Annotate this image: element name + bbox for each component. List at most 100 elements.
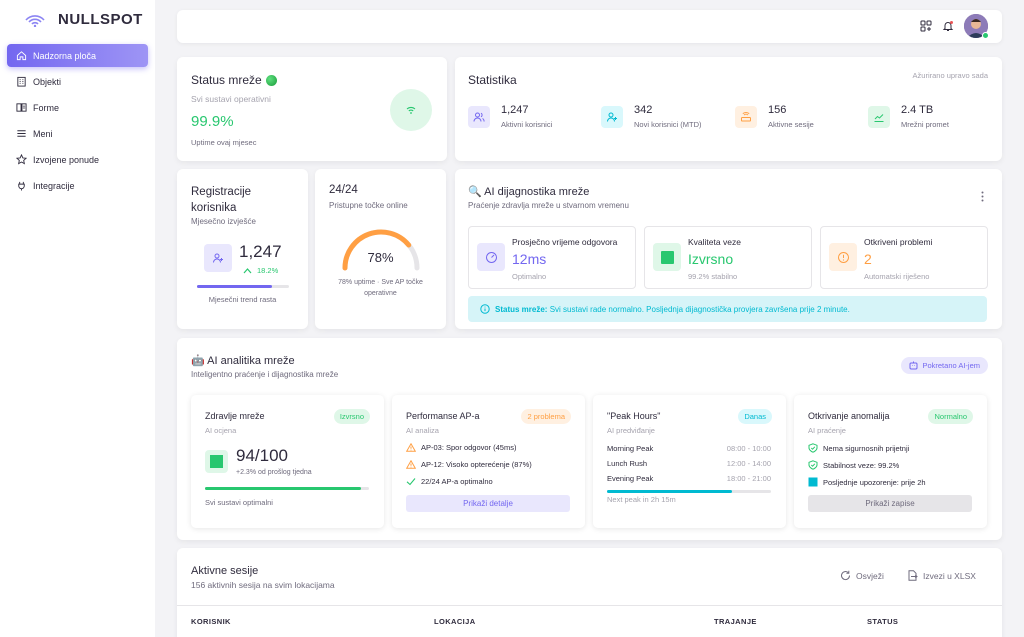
- peak-time: 12:00 - 14:00: [726, 459, 771, 468]
- ai-diagnostics-title: 🔍 AI dijagnostika mreže: [468, 186, 590, 198]
- brand-name: NULLSPOT: [58, 10, 143, 28]
- registrations-card: Registracije korisnika Mjesečno izvješće…: [177, 169, 308, 329]
- status-badge: Normalno: [928, 409, 973, 424]
- stat-new-users: 342 Novi korisnici (MTD): [601, 104, 702, 129]
- sidebar-item-label: Nadzorna ploča: [33, 50, 97, 61]
- column-header-user[interactable]: KORISNIK: [191, 617, 231, 626]
- gauge-icon: [477, 243, 505, 271]
- uptime-value: 99.9%: [191, 113, 234, 130]
- sidebar-item-offers[interactable]: Izvojene ponude: [7, 148, 148, 171]
- stat-value: 1,247: [501, 104, 529, 116]
- sessions-subtitle: 156 aktivnih sesija na svim lokacijama: [191, 580, 335, 590]
- logo[interactable]: NULLSPOT: [0, 0, 155, 38]
- mini-title: Otkrivanje anomalija: [808, 411, 890, 421]
- users-icon: [468, 105, 490, 128]
- anomaly-row: Stabilnost veze: 99.2%: [808, 460, 899, 470]
- sidebar-item-label: Forme: [33, 102, 60, 113]
- sidebar-item-menu[interactable]: Meni: [7, 122, 148, 145]
- registrations-caption: Mjesečni trend rasta: [208, 295, 277, 304]
- refresh-icon: [841, 570, 851, 581]
- powered-by-ai-badge: Pokretano AI-jem: [901, 357, 988, 374]
- ai-diagnostics-subtitle: Praćenje zdravlja mreže u stvarnom vreme…: [468, 201, 629, 210]
- sidebar-item-forms[interactable]: Forme: [7, 96, 148, 119]
- health-square-icon: [205, 450, 228, 473]
- peak-progress-fill: [607, 490, 732, 493]
- export-label: Izvezi u XLSX: [923, 570, 976, 581]
- health-footer: Svi sustavi optimalni: [205, 498, 273, 507]
- stat-label: Aktivne sesije: [768, 120, 814, 129]
- status-green-dot-icon: [265, 74, 277, 86]
- health-score: 94/100: [236, 446, 288, 465]
- table-divider: [177, 605, 1002, 606]
- ai-analytics-subtitle: Inteligentno praćenje i dijagnostika mre…: [191, 370, 339, 379]
- sidebar-item-objects[interactable]: Objekti: [7, 70, 148, 93]
- perf-row: 22/24 AP-a optimalno: [406, 477, 493, 486]
- stat-label: Novi korisnici (MTD): [634, 120, 702, 129]
- registrations-trend-bar: [197, 285, 289, 288]
- sidebar-item-integrations[interactable]: Integracije: [7, 174, 148, 197]
- info-square-icon: [808, 477, 818, 487]
- access-points-caption-line2: operativne: [364, 290, 397, 297]
- bell-icon[interactable]: [942, 20, 954, 32]
- mini-title: Zdravlje mreže: [205, 411, 265, 421]
- statistics-updated: Ažurirano upravo sada: [912, 71, 988, 80]
- status-badge: Danas: [738, 409, 772, 424]
- perf-row: AP-03: Spor odgovor (45ms): [406, 443, 516, 452]
- peak-hours-card: "Peak Hours" AI predviđanje Danas Mornin…: [593, 395, 786, 528]
- apps-add-icon[interactable]: [920, 20, 932, 32]
- topbar: [177, 10, 1002, 43]
- column-header-duration[interactable]: TRAJANJE: [714, 617, 757, 626]
- show-logs-button[interactable]: Prikaži zapise: [808, 495, 972, 512]
- forms-icon: [16, 103, 27, 112]
- shield-check-icon: [808, 443, 818, 453]
- diag-value: Izvrsno: [688, 251, 734, 267]
- anomaly-row: Nema sigurnosnih prijetnji: [808, 443, 909, 453]
- network-status-card: Status mreže Svi sustavi operativni 99.9…: [177, 57, 447, 161]
- chevron-up-icon: [243, 268, 252, 274]
- access-points-card: 24/24 Pristupne točke online 78% 78% upt…: [315, 169, 446, 329]
- user-plus-icon: [204, 244, 232, 272]
- uptime-caption: Uptime ovaj mjesec: [191, 138, 257, 147]
- sidebar-item-dashboard[interactable]: Nadzorna ploča: [7, 44, 148, 67]
- ai-analytics-title: 🤖 AI analitika mreže: [191, 355, 295, 367]
- diag-title: Otkriveni problemi: [864, 237, 933, 247]
- warning-icon: [406, 443, 416, 452]
- shield-check-icon: [808, 460, 818, 470]
- anomaly-row-text: Posljednje upozorenje: prije 2h: [823, 477, 926, 487]
- menu-icon: [17, 130, 26, 137]
- network-status-title: Status mreže: [191, 73, 262, 87]
- export-xlsx-button[interactable]: Izvezi u XLSX: [907, 570, 976, 581]
- diag-sub: 99.2% stabilno: [688, 272, 738, 281]
- show-details-button[interactable]: Prikaži detalje: [406, 495, 570, 512]
- peak-time: 18:00 - 21:00: [726, 474, 771, 483]
- stat-label: Mrežni promet: [901, 120, 949, 129]
- alert-circle-icon: [829, 243, 857, 271]
- diag-sub: Optimalno: [512, 272, 547, 281]
- home-icon: [16, 51, 27, 61]
- peak-name: Evening Peak: [607, 474, 654, 483]
- sidebar-item-label: Meni: [33, 128, 53, 139]
- ap-performance-card: Performanse AP-a AI analiza 2 problema A…: [392, 395, 585, 528]
- building-icon: [17, 76, 26, 87]
- access-points-caption-line1: 78% uptime · Sve AP točke: [338, 279, 423, 286]
- column-header-location[interactable]: LOKACIJA: [434, 617, 476, 626]
- diag-title: Prosječno vrijeme odgovora: [512, 237, 618, 247]
- column-header-status[interactable]: STATUS: [867, 617, 898, 626]
- stat-active-users: 1,247 Aktivni korisnici: [468, 104, 552, 129]
- peak-name: Morning Peak: [607, 444, 654, 453]
- registrations-change-value: 18.2%: [257, 266, 279, 275]
- registrations-title-line2: korisnika: [191, 202, 237, 214]
- sidebar-item-label: Integracije: [33, 180, 75, 191]
- more-vertical-icon[interactable]: [981, 191, 984, 202]
- mini-sub: AI predviđanje: [607, 426, 655, 435]
- stat-value: 342: [634, 104, 653, 116]
- sessions-title: Aktivne sesije: [191, 565, 259, 577]
- health-progress-fill: [205, 487, 361, 490]
- stat-label: Aktivni korisnici: [501, 120, 553, 129]
- router-icon: [735, 105, 757, 128]
- registrations-trend-fill: [197, 285, 273, 288]
- refresh-button[interactable]: Osvježi: [840, 570, 884, 581]
- perf-row-text: AP-12: Visoko opterećenje (87%): [421, 460, 532, 469]
- sidebar-item-label: Objekti: [33, 76, 62, 87]
- diag-issues: Otkriveni problemi 2 Automatski riješeno: [820, 226, 988, 289]
